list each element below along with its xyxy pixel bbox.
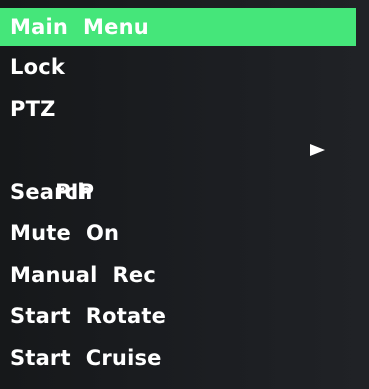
right-triangle-icon — [310, 144, 325, 156]
menu-item-main-menu[interactable]: Main Menu — [0, 8, 356, 46]
main-menu-list: Main Menu Lock PTZ PIP Search Mute On Ma… — [0, 0, 369, 379]
menu-item-lock[interactable]: Lock — [0, 47, 369, 89]
menu-item-search[interactable]: Search — [0, 172, 369, 214]
menu-item-pip[interactable]: PIP — [0, 130, 369, 204]
dvr-menu-screen: Main Menu Lock PTZ PIP Search Mute On Ma… — [0, 0, 369, 389]
menu-item-start-rotate[interactable]: Start Rotate — [0, 296, 369, 338]
menu-item-mute-on[interactable]: Mute On — [0, 213, 369, 255]
menu-item-start-cruise[interactable]: Start Cruise — [0, 338, 369, 380]
menu-item-ptz[interactable]: PTZ — [0, 89, 369, 131]
menu-item-manual-rec[interactable]: Manual Rec — [0, 255, 369, 297]
